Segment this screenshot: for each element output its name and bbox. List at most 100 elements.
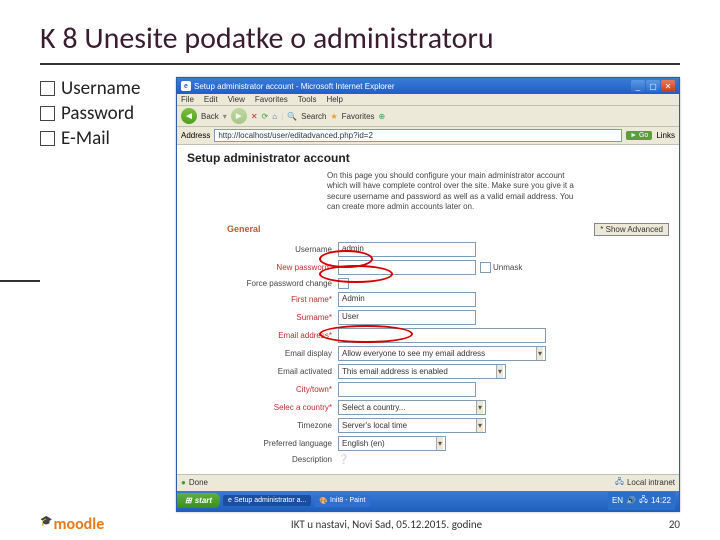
ie-icon: e bbox=[181, 81, 191, 91]
menu-edit[interactable]: Edit bbox=[204, 95, 218, 104]
menu-favorites[interactable]: Favorites bbox=[255, 95, 288, 104]
page-description: On this page you should configure your m… bbox=[327, 171, 587, 213]
ie-icon: e bbox=[228, 497, 232, 504]
intranet-icon: 🖧 bbox=[615, 476, 624, 490]
label-language: Preferred language bbox=[227, 439, 338, 448]
ie-menu-bar: File Edit View Favorites Tools Help bbox=[177, 94, 679, 106]
section-general: General bbox=[227, 224, 261, 234]
title-rule bbox=[40, 63, 680, 65]
ie-status-bar: ● Done 🖧 Local intranet bbox=[177, 474, 679, 491]
system-tray: EN 🔊 🖧 14:22 bbox=[608, 492, 675, 510]
windows-icon: ⊞ bbox=[185, 496, 192, 505]
ie-title-bar: e Setup administrator account - Microsof… bbox=[177, 78, 679, 94]
address-input[interactable]: http://localhost/user/editadvanced.php?i… bbox=[214, 129, 622, 142]
links-label: Links bbox=[656, 131, 675, 140]
stop-icon[interactable]: ✕ bbox=[251, 112, 258, 121]
go-button[interactable]: ► Go bbox=[626, 131, 652, 140]
label-country: Selec a country* bbox=[227, 403, 338, 412]
unmask-label: Unmask bbox=[493, 263, 522, 272]
label-firstname: First name* bbox=[227, 295, 338, 304]
bullet-list: Username Password E-Mail bbox=[40, 77, 170, 512]
ie-window: e Setup administrator account - Microsof… bbox=[176, 77, 680, 512]
search-label: Search bbox=[301, 112, 326, 121]
ie-address-bar: Address http://localhost/user/editadvanc… bbox=[177, 127, 679, 145]
label-newpassword: New password* bbox=[227, 263, 338, 272]
page-body: Setup administrator account On this page… bbox=[177, 145, 679, 474]
bullet-item: Username bbox=[40, 77, 170, 100]
page-heading: Setup administrator account bbox=[187, 151, 669, 165]
address-label: Address bbox=[181, 131, 210, 140]
menu-file[interactable]: File bbox=[181, 95, 194, 104]
checkbox-icon bbox=[40, 106, 55, 121]
home-icon[interactable]: ⌂ bbox=[272, 112, 277, 121]
menu-view[interactable]: View bbox=[228, 95, 245, 104]
minimize-button[interactable]: _ bbox=[631, 80, 645, 92]
input-username[interactable]: admin bbox=[338, 242, 476, 257]
favorites-icon[interactable]: ★ bbox=[330, 112, 337, 121]
unmask-checkbox[interactable] bbox=[480, 262, 491, 273]
input-newpassword[interactable] bbox=[338, 260, 476, 275]
select-emaildisplay[interactable]: Allow everyone to see my email address bbox=[338, 346, 546, 361]
favorites-label: Favorites bbox=[342, 112, 375, 121]
status-intranet: Local intranet bbox=[627, 478, 675, 487]
label-timezone: Timezone bbox=[227, 421, 338, 430]
moodle-logo: 🎓 moodle bbox=[40, 515, 104, 534]
taskbar-item[interactable]: 🎨 Init8 - Paint bbox=[314, 495, 370, 507]
bullet-item: E-Mail bbox=[40, 127, 170, 150]
menu-help[interactable]: Help bbox=[326, 95, 342, 104]
label-username: Username bbox=[227, 245, 338, 254]
checkbox-icon bbox=[40, 131, 55, 146]
slide-title: K 8 Unesite podatke o administratoru bbox=[40, 20, 680, 57]
label-force: Force password change bbox=[227, 279, 338, 288]
checkbox-icon bbox=[40, 81, 55, 96]
side-rule bbox=[0, 280, 40, 282]
label-email: Email address* bbox=[227, 331, 338, 340]
show-advanced-button[interactable]: * Show Advanced bbox=[594, 223, 669, 236]
back-label: Back bbox=[201, 112, 219, 121]
help-icon[interactable]: ❔ bbox=[338, 454, 349, 465]
embedded-screenshot: e Setup administrator account - Microsof… bbox=[176, 77, 680, 512]
history-icon[interactable]: ⊕ bbox=[379, 112, 386, 121]
search-icon[interactable]: 🔍 bbox=[287, 112, 297, 121]
label-description: Description bbox=[227, 455, 338, 464]
label-emaildisplay: Email display bbox=[227, 349, 338, 358]
grad-cap-icon: 🎓 bbox=[40, 514, 52, 527]
back-button[interactable]: ◄ bbox=[181, 108, 197, 124]
taskbar-item[interactable]: e Setup administrator a... bbox=[223, 495, 311, 506]
select-emailactivated[interactable]: This email address is enabled bbox=[338, 364, 506, 379]
slide-footer: 🎓 moodle IKT u nastavi, Novi Sad, 05.12.… bbox=[0, 515, 720, 534]
tray-volume-icon[interactable]: 🔊 bbox=[626, 496, 636, 505]
tray-network-icon[interactable]: 🖧 bbox=[639, 494, 648, 508]
ie-toolbar: ◄ Back ▾ ► ✕ ⟳ ⌂ | 🔍 Search ★ Favorites … bbox=[177, 106, 679, 127]
tray-lang[interactable]: EN bbox=[612, 496, 623, 505]
windows-taskbar: ⊞ start e Setup administrator a... 🎨 Ini… bbox=[177, 491, 679, 511]
input-firstname[interactable]: Admin bbox=[338, 292, 476, 307]
done-icon: ● bbox=[181, 478, 186, 487]
menu-tools[interactable]: Tools bbox=[298, 95, 317, 104]
input-email[interactable] bbox=[338, 328, 546, 343]
select-timezone[interactable]: Server's local time bbox=[338, 418, 486, 433]
bullet-label: Password bbox=[61, 102, 134, 125]
select-country[interactable]: Select a country... bbox=[338, 400, 486, 415]
maximize-button[interactable]: ▢ bbox=[646, 80, 660, 92]
select-language[interactable]: English (en) bbox=[338, 436, 446, 451]
tray-time: 14:22 bbox=[651, 496, 671, 505]
bullet-label: E-Mail bbox=[61, 127, 110, 150]
label-city: City/town* bbox=[227, 385, 338, 394]
bullet-label: Username bbox=[61, 77, 140, 100]
page-number: 20 bbox=[669, 518, 680, 531]
close-button[interactable]: ✕ bbox=[661, 80, 675, 92]
paint-icon: 🎨 bbox=[319, 497, 328, 505]
input-city[interactable] bbox=[338, 382, 476, 397]
start-button[interactable]: ⊞ start bbox=[177, 493, 220, 508]
label-emailactivated: Email activated bbox=[227, 367, 338, 376]
input-surname[interactable]: User bbox=[338, 310, 476, 325]
force-checkbox[interactable] bbox=[338, 278, 349, 289]
label-surname: Surname* bbox=[227, 313, 338, 322]
forward-button[interactable]: ► bbox=[231, 108, 247, 124]
window-title: Setup administrator account - Microsoft … bbox=[194, 82, 395, 91]
status-done: Done bbox=[189, 478, 208, 487]
bullet-item: Password bbox=[40, 102, 170, 125]
refresh-icon[interactable]: ⟳ bbox=[262, 112, 269, 121]
footer-text: IKT u nastavi, Novi Sad, 05.12.2015. god… bbox=[291, 518, 482, 531]
